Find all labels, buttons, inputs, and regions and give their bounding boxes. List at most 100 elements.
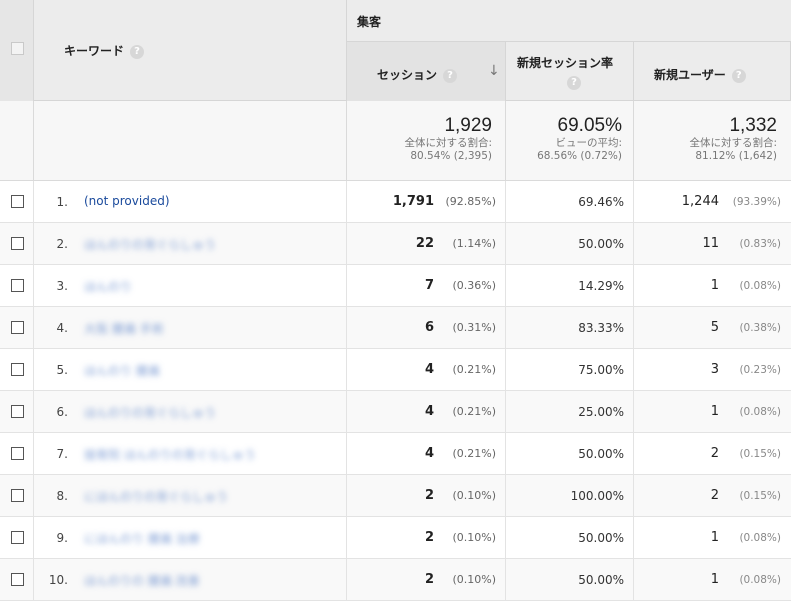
keyword-help-icon[interactable]: ? — [130, 44, 145, 59]
row-sessions-value: 2 — [424, 488, 434, 503]
row-checkbox[interactable] — [11, 195, 24, 208]
totals-divider — [0, 101, 34, 181]
row-sessions: 4 (0.21%) — [347, 404, 506, 419]
row-sessions-percent: (0.10%) — [452, 573, 496, 586]
row-keyword-link[interactable]: ほんのりの背ぐらしゅう — [84, 404, 216, 421]
row-checkbox[interactable] — [11, 489, 24, 502]
row-checkbox[interactable] — [11, 447, 24, 460]
row-sessions-value: 4 — [424, 446, 434, 461]
table-row: 3. ほんのり 7 (0.36%) 14.29% 1 (0.08%) — [0, 265, 791, 307]
row-checkbox[interactable] — [11, 531, 24, 544]
row-new-users-percent: (0.08%) — [739, 280, 781, 292]
row-checkbox[interactable] — [11, 363, 24, 376]
sessions-total-detail: 80.54% (2,395) — [410, 150, 492, 162]
sessions-total: 1,929 全体に対する割合: 80.54% (2,395) — [347, 115, 492, 163]
row-keyword-link[interactable]: 大阪 腰痛 手術 — [84, 320, 164, 337]
row-keyword-link[interactable]: (not provided) — [84, 194, 170, 208]
row-new-users-percent: (0.15%) — [739, 490, 781, 502]
row-rank: 7. — [56, 447, 68, 461]
new-users-total-value: 1,332 — [729, 115, 777, 136]
row-rank: 2. — [56, 237, 68, 251]
row-sessions-percent: (0.21%) — [452, 447, 496, 460]
row-keyword-link[interactable]: ほんのりの 腰痛 改善 — [84, 572, 200, 589]
row-sessions: 4 (0.21%) — [347, 446, 506, 461]
table-row: 9. にほんのり 腰痛 治療 2 (0.10%) 50.00% 1 (0.08%) — [0, 517, 791, 559]
row-rank: 9. — [56, 531, 68, 545]
row-checkbox[interactable] — [11, 321, 24, 334]
row-keyword-link[interactable]: 接骨院 ほんのりの背ぐらしゅう — [84, 446, 256, 463]
row-new-session-rate: 69.46% — [578, 195, 624, 209]
new-session-rate-help-wrap: ? — [561, 75, 581, 90]
row-sessions-percent: (0.21%) — [452, 405, 496, 418]
row-new-users-value: 1 — [710, 278, 719, 293]
sort-descending-icon[interactable]: ↓ — [488, 63, 500, 79]
row-new-users: 2 (0.15%) — [634, 446, 791, 461]
new-session-rate-header-cell[interactable] — [506, 42, 634, 101]
keyword-column-header[interactable]: キーワード? — [64, 42, 145, 59]
row-keyword-link[interactable]: にほんのりの背ぐらしゅう — [84, 488, 228, 505]
table-row: 1. (not provided) 1,791 (92.85%) 69.46% 1… — [0, 181, 791, 223]
totals-divider — [34, 101, 347, 181]
row-new-users: 5 (0.38%) — [634, 320, 791, 335]
row-sessions-value: 4 — [424, 362, 434, 377]
row-sessions-value: 6 — [424, 320, 434, 335]
row-sessions-percent: (0.10%) — [452, 489, 496, 502]
row-keyword-link[interactable]: にほんのり 腰痛 治療 — [84, 530, 200, 547]
row-divider — [34, 307, 347, 349]
sessions-help-icon[interactable]: ? — [443, 68, 458, 83]
row-sessions-value: 4 — [424, 404, 434, 419]
row-keyword-link[interactable]: ほんのりの背ぐらしゅう — [84, 236, 216, 253]
row-new-users-percent: (0.38%) — [739, 322, 781, 334]
new-users-help-icon[interactable]: ? — [731, 68, 746, 83]
row-rank: 1. — [56, 195, 68, 209]
row-divider — [34, 349, 347, 391]
row-new-users: 1 (0.08%) — [634, 404, 791, 419]
row-sessions: 2 (0.10%) — [347, 530, 506, 545]
row-checkbox[interactable] — [11, 573, 24, 586]
table-row: 8. にほんのりの背ぐらしゅう 2 (0.10%) 100.00% 2 (0.15%… — [0, 475, 791, 517]
row-new-users: 11 (0.83%) — [634, 236, 791, 251]
row-new-session-rate: 83.33% — [578, 321, 624, 335]
sessions-column-header[interactable]: セッション? — [377, 66, 458, 83]
row-sessions: 4 (0.21%) — [347, 362, 506, 377]
row-new-users-percent: (0.83%) — [739, 238, 781, 250]
row-new-users-value: 1 — [710, 404, 719, 419]
row-new-users: 1 (0.08%) — [634, 572, 791, 587]
row-keyword-link[interactable]: ほんのり 腰痛 — [84, 362, 160, 379]
row-sessions-value: 1,791 — [392, 194, 434, 209]
totals-row: 1,929 全体に対する割合: 80.54% (2,395) 69.05% ビュ… — [0, 101, 791, 181]
row-sessions-value: 22 — [415, 236, 434, 251]
row-sessions: 1,791 (92.85%) — [347, 194, 506, 209]
row-new-users-value: 2 — [710, 488, 719, 503]
table-row: 7. 接骨院 ほんのりの背ぐらしゅう 4 (0.21%) 50.00% 2 (0.1… — [0, 433, 791, 475]
new-users-total: 1,332 全体に対する割合: 81.12% (1,642) — [634, 115, 777, 163]
row-checkbox[interactable] — [11, 237, 24, 250]
row-new-users-value: 2 — [710, 446, 719, 461]
row-sessions-value: 2 — [424, 530, 434, 545]
keyword-header-label: キーワード — [64, 44, 125, 58]
row-sessions-percent: (1.14%) — [452, 237, 496, 250]
row-sessions: 2 (0.10%) — [347, 488, 506, 503]
row-rank: 6. — [56, 405, 68, 419]
row-keyword-link[interactable]: ほんのり — [84, 278, 132, 295]
acquisition-group-header: 集客 — [347, 0, 791, 42]
row-checkbox[interactable] — [11, 405, 24, 418]
table-row: 10. ほんのりの 腰痛 改善 2 (0.10%) 50.00% 1 (0.08%) — [0, 559, 791, 601]
new-session-rate-help-icon[interactable]: ? — [567, 75, 581, 90]
row-new-session-rate: 100.00% — [570, 489, 624, 503]
new-users-column-header[interactable]: 新規ユーザー? — [654, 66, 746, 83]
table-row: 4. 大阪 腰痛 手術 6 (0.31%) 83.33% 5 (0.38%) — [0, 307, 791, 349]
row-rank: 3. — [56, 279, 68, 293]
row-new-session-rate: 50.00% — [578, 237, 624, 251]
row-checkbox[interactable] — [11, 279, 24, 292]
row-new-users-percent: (93.39%) — [732, 196, 781, 208]
new-session-rate-column-header[interactable]: 新規セッション率 — [517, 54, 613, 71]
row-sessions-value: 7 — [424, 278, 434, 293]
row-sessions-percent: (0.21%) — [452, 363, 496, 376]
row-new-session-rate: 75.00% — [578, 363, 624, 377]
new-users-total-detail: 81.12% (1,642) — [695, 150, 777, 162]
new-session-rate-header-label: 新規セッション率 — [517, 56, 614, 70]
row-new-users-value: 1 — [710, 530, 719, 545]
select-all-checkbox[interactable] — [11, 42, 24, 55]
row-new-session-rate: 50.00% — [578, 573, 624, 587]
